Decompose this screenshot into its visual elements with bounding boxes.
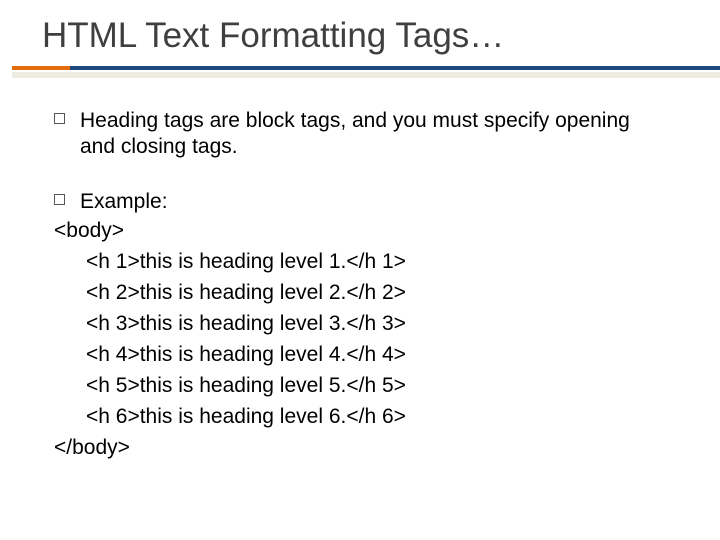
code-line: <h 1>this is heading level 1.</h 1> <box>86 246 666 277</box>
code-line: <h 3>this is heading level 3.</h 3> <box>86 308 666 339</box>
example-block: Example: <body> <h 1>this is heading lev… <box>54 189 666 464</box>
bullet-item: Example: <box>54 189 666 215</box>
code-block: <body> <h 1>this is heading level 1.</h … <box>54 215 666 464</box>
slide-title: HTML Text Formatting Tags… <box>0 0 720 66</box>
accent-bar <box>12 66 70 70</box>
code-line: <h 2>this is heading level 2.</h 2> <box>86 277 666 308</box>
title-underline <box>0 66 720 78</box>
code-line: </body> <box>54 432 666 463</box>
code-line: <h 4>this is heading level 4.</h 4> <box>86 339 666 370</box>
bullet-text: Heading tags are block tags, and you mus… <box>80 108 666 161</box>
square-bullet-icon <box>54 194 65 205</box>
code-line: <h 5>this is heading level 5.</h 5> <box>86 370 666 401</box>
square-bullet-icon <box>54 113 65 124</box>
bullet-item: Heading tags are block tags, and you mus… <box>54 108 666 161</box>
code-line: <h 6>this is heading level 6.</h 6> <box>86 401 666 432</box>
example-label: Example: <box>80 189 168 215</box>
content-area: Heading tags are block tags, and you mus… <box>0 78 720 463</box>
code-line: <body> <box>54 215 666 246</box>
